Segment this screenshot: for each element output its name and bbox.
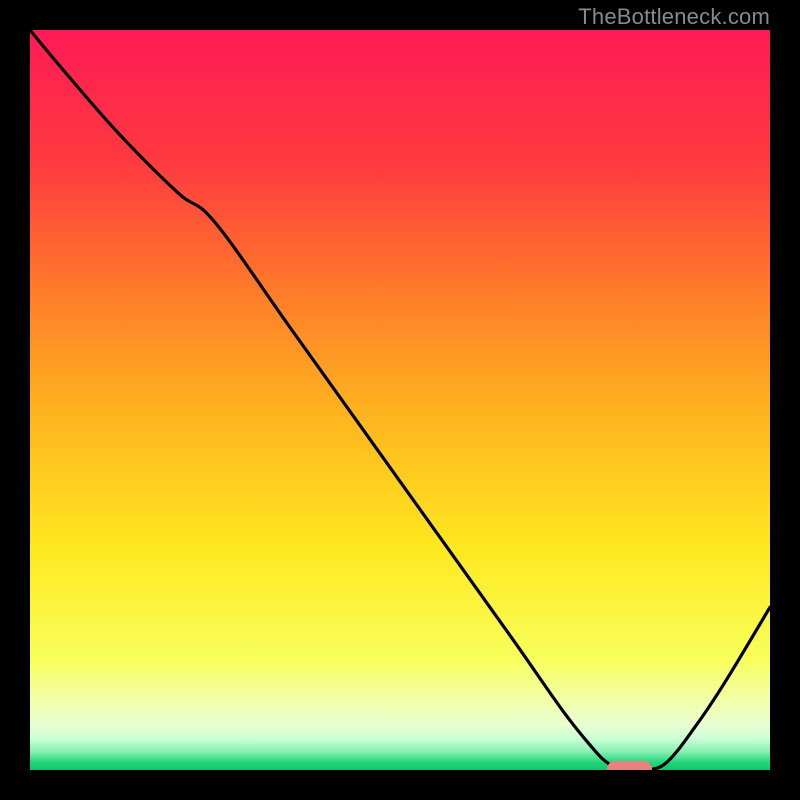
watermark-text: TheBottleneck.com (578, 4, 770, 30)
chart-frame: TheBottleneck.com (0, 0, 800, 800)
optimum-marker (607, 761, 651, 770)
bottleneck-curve (30, 30, 770, 770)
plot-area (30, 30, 770, 770)
